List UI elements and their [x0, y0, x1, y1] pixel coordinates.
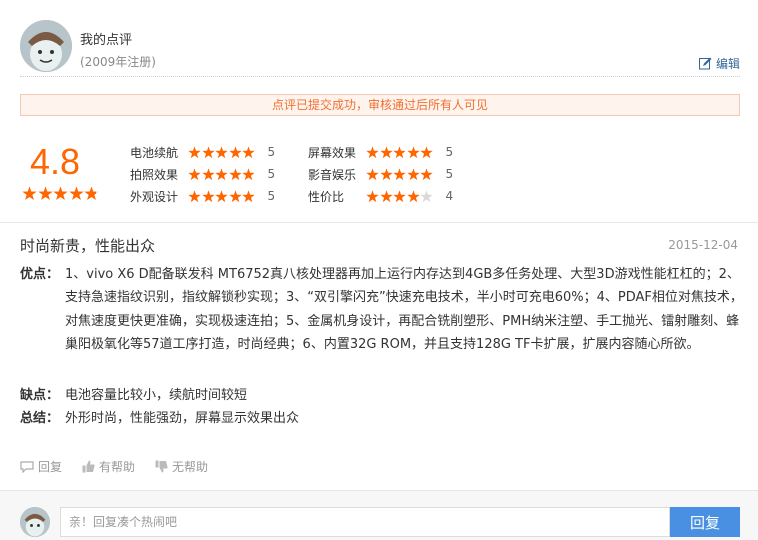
username: 我的点评 [80, 33, 133, 48]
overall-score: 4.8 [30, 141, 81, 182]
star-icon [215, 189, 228, 202]
rating-label: 影音娱乐 [308, 167, 357, 182]
rating-row: 拍照效果 5 [130, 165, 275, 183]
reply-action[interactable]: 回复 [20, 458, 62, 475]
star-icon [242, 189, 255, 202]
edit-label: 编辑 [715, 57, 740, 71]
star-icon [420, 167, 433, 180]
rating-stars [188, 167, 256, 181]
reply-avatar [20, 507, 50, 537]
pros-label: 优点： [20, 267, 60, 282]
comment-icon [20, 460, 34, 473]
star-icon [393, 189, 406, 202]
cons-section: 缺点： 电池容量比较小，续航时间较短 [20, 384, 745, 407]
star-icon [366, 145, 379, 158]
star-icon [366, 189, 379, 202]
star-icon [37, 186, 53, 201]
star-icon [406, 189, 420, 202]
cons-text: 电池容量比较小，续航时间较短 [65, 388, 248, 403]
rating-label: 性价比 [308, 189, 345, 204]
reply-action-label: 回复 [38, 460, 63, 474]
rating-stars [366, 167, 434, 181]
star-icon [215, 145, 228, 158]
star-icon [379, 145, 393, 158]
star-icon [188, 145, 201, 158]
star-icon [393, 145, 406, 158]
rating-row: 影音娱乐 5 [308, 165, 453, 183]
rating-row: 性价比 4 [308, 187, 453, 205]
rating-value: 5 [267, 145, 276, 159]
star-icon [215, 167, 228, 180]
rating-stars [188, 189, 256, 203]
rating-row: 外观设计 5 [130, 187, 275, 205]
overall-stars [22, 186, 100, 201]
star-icon [242, 167, 255, 180]
reply-input[interactable] [60, 507, 670, 537]
summary-text: 外形时尚，性能强劲，屏幕显示效果出众 [65, 411, 300, 426]
rating-value: 5 [267, 167, 276, 181]
helpful-action[interactable]: 有帮助 [82, 458, 135, 475]
unhelpful-action[interactable]: 无帮助 [155, 458, 208, 475]
rating-value: 4 [445, 189, 454, 203]
user-avatar[interactable] [20, 20, 72, 72]
section-divider [0, 222, 758, 223]
star-icon [393, 167, 406, 180]
rating-value: 5 [445, 167, 454, 181]
star-icon [53, 186, 68, 201]
rating-row: 电池续航 5 [130, 143, 275, 161]
star-icon [242, 145, 255, 158]
pros-section: 优点： 1、vivo X6 D配备联发科 MT6752真八核处理器再加上运行内存… [20, 263, 745, 357]
rating-stars [188, 145, 256, 159]
rating-label: 屏幕效果 [308, 145, 357, 160]
rating-stars [366, 145, 434, 159]
registration-date: (2009年注册) [80, 55, 156, 69]
header-divider [20, 76, 740, 77]
star-icon [228, 189, 242, 202]
thumbs-down-icon [155, 460, 168, 473]
star-icon [68, 186, 84, 201]
edit-button[interactable]: 编辑 [698, 55, 740, 72]
helpful-label: 有帮助 [99, 460, 136, 474]
star-icon [201, 145, 215, 158]
star-icon [22, 186, 37, 201]
rating-label: 外观设计 [130, 189, 179, 204]
pros-text: 1、vivo X6 D配备联发科 MT6752真八核处理器再加上运行内存达到4G… [65, 267, 743, 353]
review-date: 2015-12-04 [668, 238, 738, 252]
star-icon [188, 167, 201, 180]
cons-label: 缺点： [20, 388, 60, 403]
star-icon [84, 186, 99, 201]
star-icon [420, 189, 433, 202]
star-icon [366, 167, 379, 180]
star-icon [188, 189, 201, 202]
user-header: 我的点评 (2009年注册) 编辑 [20, 20, 740, 76]
star-icon [201, 167, 215, 180]
star-icon [420, 145, 433, 158]
unhelpful-label: 无帮助 [172, 460, 209, 474]
summary-section: 总结： 外形时尚，性能强劲，屏幕显示效果出众 [20, 407, 745, 430]
submit-notice: 点评已提交成功，审核通过后所有人可见 [20, 94, 740, 116]
rating-stars [366, 189, 434, 203]
review-title: 时尚新贵，性能出众 [20, 237, 156, 255]
star-icon [228, 167, 242, 180]
rating-value: 5 [445, 145, 454, 159]
star-icon [201, 189, 215, 202]
rating-value: 5 [267, 189, 276, 203]
edit-icon [698, 57, 712, 70]
rating-label: 拍照效果 [130, 167, 179, 182]
summary-label: 总结： [20, 411, 60, 426]
rating-row: 屏幕效果 5 [308, 143, 453, 161]
reply-submit-button[interactable]: 回复 [670, 507, 740, 537]
star-icon [228, 145, 242, 158]
rating-label: 电池续航 [130, 145, 179, 160]
thumbs-up-icon [82, 460, 95, 473]
star-icon [379, 167, 393, 180]
star-icon [406, 167, 420, 180]
star-icon [406, 145, 420, 158]
star-icon [379, 189, 393, 202]
review-actions: 回复 有帮助 无帮助 [20, 458, 228, 475]
